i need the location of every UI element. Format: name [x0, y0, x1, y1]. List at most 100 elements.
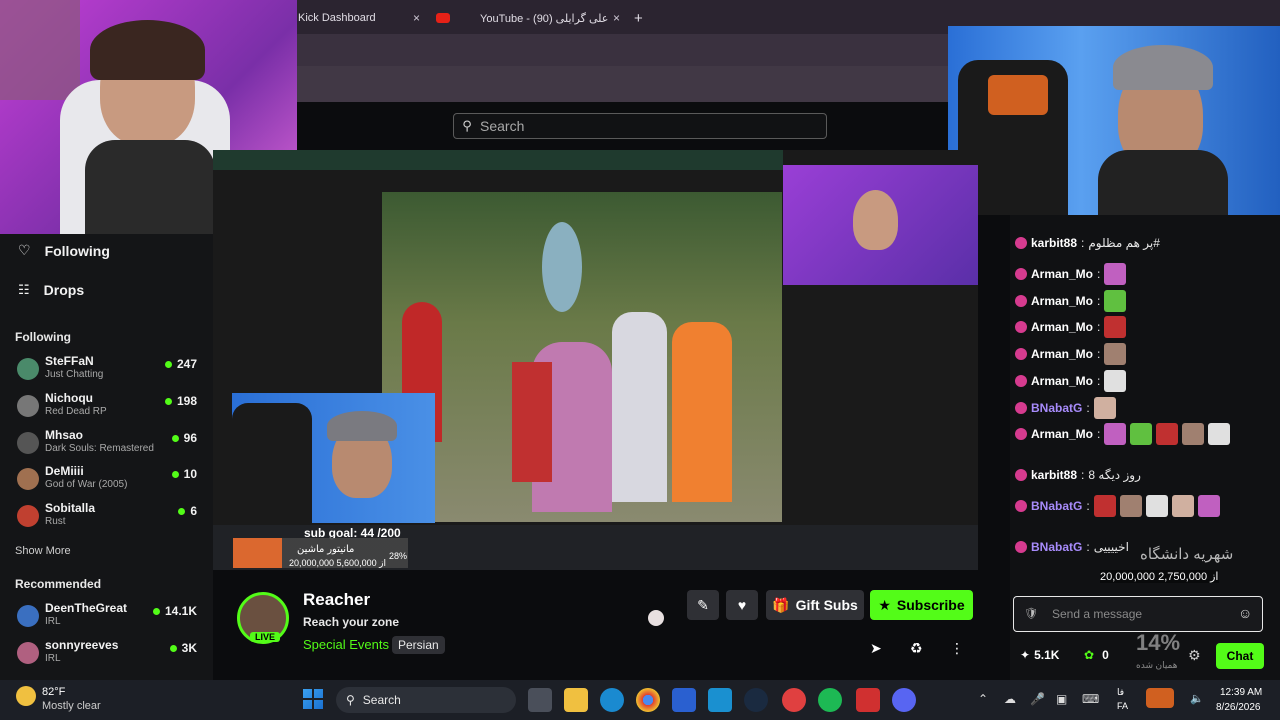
gift-subs-button[interactable]: 🎁 Gift Subs [766, 590, 864, 620]
reacted-video-frame [382, 192, 782, 522]
emoji-icon[interactable]: ☺ [1238, 605, 1252, 621]
show-more-link[interactable]: Show More [15, 545, 71, 557]
subscriber-badge-icon [1015, 348, 1027, 360]
tab-label: YouTube - علی گرایلی (90) [480, 12, 609, 25]
tray-display-icon[interactable]: ▣ [1056, 692, 1067, 706]
tray-keyboard-icon[interactable]: ⌨ [1082, 692, 1099, 706]
chat-username[interactable]: BNabatG [1031, 499, 1082, 513]
address-bar-area [297, 34, 948, 66]
chat-message: BNabatG: [1015, 495, 1220, 517]
chat-emote [1104, 423, 1127, 445]
subscribe-label: Subscribe [896, 597, 965, 613]
channel-row[interactable]: DeenTheGreat IRL 14.1K [15, 601, 205, 635]
weather-icon [16, 686, 36, 706]
tab-youtube[interactable]: YouTube - علی گرایلی (90) × [436, 6, 620, 30]
chat-username[interactable]: BNabatG [1031, 401, 1082, 415]
chat-separator: : [1097, 427, 1101, 441]
sidebar-item-label: Following [44, 242, 110, 259]
subscribe-button[interactable]: ★ Subscribe [870, 590, 973, 620]
clock-date[interactable]: 8/26/2026 [1216, 702, 1261, 713]
tab-kick-dashboard[interactable]: Kick Dashboard × [298, 6, 420, 30]
chat-username[interactable]: Arman_Mo [1031, 374, 1093, 388]
gift-icon: 🎁 [772, 596, 790, 613]
points-icon: ✦ [1020, 648, 1031, 662]
clock-time[interactable]: 12:39 AM [1220, 687, 1262, 698]
channel-row[interactable]: SteFFaN Just Chatting 247 [15, 354, 205, 388]
chat-username[interactable]: karbit88 [1031, 236, 1077, 250]
streamer-name[interactable]: Reacher [303, 590, 370, 610]
sidebar-item-label: Drops [43, 282, 85, 298]
chat-username[interactable]: Arman_Mo [1031, 267, 1093, 281]
chat-emote [1104, 370, 1127, 392]
chat-send-button[interactable]: Chat [1216, 643, 1264, 669]
chat-settings-icon[interactable]: ⚙ [1188, 647, 1201, 664]
youtube-icon [436, 13, 450, 23]
taskbar-search-label: Search [362, 693, 401, 707]
viewer-count-value: 198 [176, 393, 197, 408]
tray-chevron-icon[interactable]: ⌃ [978, 692, 988, 706]
chat-username[interactable]: Arman_Mo [1031, 427, 1093, 441]
language-top[interactable]: فا [1117, 687, 1124, 698]
new-tab-button[interactable]: + [634, 6, 648, 30]
discord-icon[interactable] [892, 688, 916, 712]
follow-button[interactable]: ♥ [726, 590, 758, 620]
channel-row[interactable]: Nichoqu Red Dead RP 198 [15, 391, 205, 425]
taskbar-search[interactable]: ⚲ Search [336, 687, 516, 713]
file-explorer-icon[interactable] [564, 688, 588, 712]
tray-app-icon[interactable] [1146, 688, 1174, 708]
subscriber-badge-icon [1015, 402, 1027, 414]
channel-row[interactable]: DeMiiii God of War (2005) 10 [15, 464, 205, 498]
steam-icon[interactable] [744, 688, 768, 712]
language-bottom[interactable]: FA [1117, 701, 1128, 711]
task-view-icon[interactable] [528, 688, 552, 712]
tray-cloud-icon[interactable]: ☁ [1004, 692, 1016, 706]
video-player[interactable]: sub goal: 44 /200 مانیتور ماشین 20,000,0… [213, 150, 978, 570]
clip-icon[interactable]: ♻ [910, 640, 923, 657]
app-icon-sticker[interactable] [856, 688, 880, 712]
app-icon[interactable] [708, 688, 732, 712]
tag-persian[interactable]: Persian [392, 636, 445, 654]
tray-mic-icon[interactable]: 🎤 [1030, 692, 1045, 706]
volume-icon[interactable]: 🔈 [1190, 692, 1204, 705]
channel-points[interactable]: ✦ 5.1K [1020, 648, 1059, 662]
kicks-counter[interactable]: ✿ 0 [1084, 648, 1109, 662]
chat-separator: : [1097, 267, 1101, 281]
close-tab-icon[interactable]: × [413, 11, 420, 25]
chat-username[interactable]: BNabatG [1031, 540, 1082, 554]
channel-category: IRL [45, 616, 61, 627]
app-icon-red[interactable] [782, 688, 806, 712]
subscriber-badge-icon [1015, 237, 1027, 249]
channel-row[interactable]: sonnyreeves IRL 3K [15, 638, 205, 672]
chat-emote [1208, 423, 1231, 445]
sidebar-item-following[interactable]: ♡ Following [18, 242, 110, 259]
share-icon[interactable]: ➤ [870, 640, 882, 657]
live-dot-icon [169, 644, 177, 652]
chat-username[interactable]: karbit88 [1031, 468, 1077, 482]
chat-username[interactable]: Arman_Mo [1031, 320, 1093, 334]
chat-separator: : [1086, 401, 1090, 415]
highlight-button[interactable]: ✎ [687, 590, 719, 620]
store-icon[interactable] [672, 688, 696, 712]
more-options-icon[interactable]: ⋮ [950, 640, 964, 657]
channel-row[interactable]: Sobitalla Rust 6 [15, 501, 205, 535]
weather-desc[interactable]: Mostly clear [42, 700, 101, 712]
chat-text: پر هم مظلوم# [1088, 236, 1160, 250]
channel-name: DeMiiii [45, 464, 84, 479]
spotify-icon[interactable] [818, 688, 842, 712]
edge-icon[interactable] [600, 688, 624, 712]
sidebar-item-drops[interactable]: ☷ Drops [18, 282, 84, 298]
subscriber-badge-icon [1015, 375, 1027, 387]
chrome-icon[interactable] [636, 688, 660, 712]
chat-emote [1104, 263, 1127, 285]
chat-username[interactable]: Arman_Mo [1031, 347, 1093, 361]
chat-separator: : [1097, 374, 1101, 388]
close-tab-icon[interactable]: × [613, 11, 620, 25]
chat-username[interactable]: Arman_Mo [1031, 294, 1093, 308]
search-input[interactable]: ⚲ Search [453, 113, 827, 139]
category-link[interactable]: Special Events [303, 637, 389, 652]
weather-temp[interactable]: 82°F [42, 686, 65, 698]
live-badge: LIVE [250, 632, 281, 642]
chat-input[interactable]: 🛡 Send a message ☺ [1013, 596, 1263, 632]
search-placeholder: Search [480, 118, 525, 134]
channel-row[interactable]: Mhsao Dark Souls: Remastered 96 [15, 428, 205, 462]
